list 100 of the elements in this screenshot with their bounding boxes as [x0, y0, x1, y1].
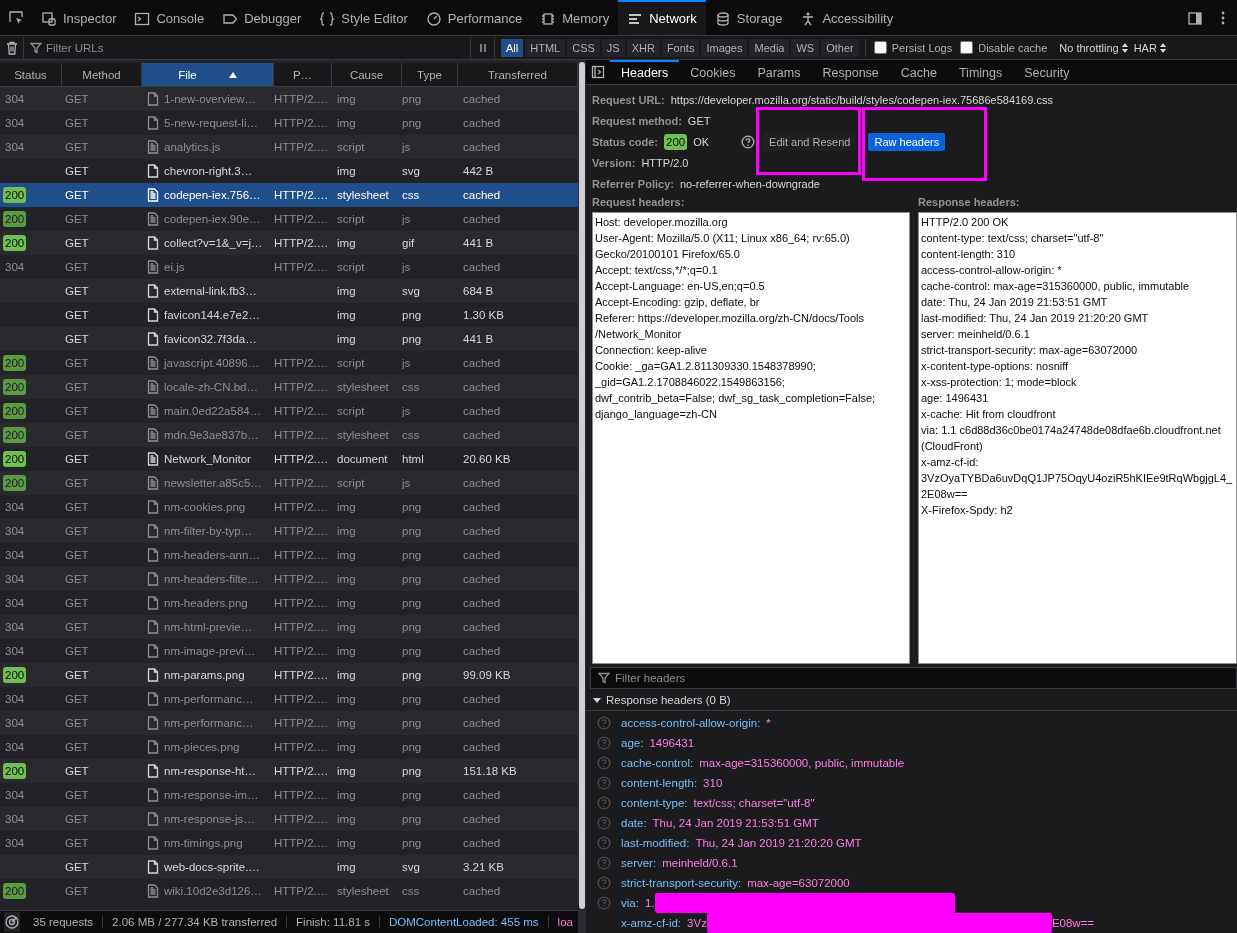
file-name: nm-performanc… — [164, 717, 254, 729]
details-tab[interactable]: Timings — [947, 60, 1014, 84]
request-row[interactable]: 304 GET 1-new-overview… HTTP/2.… img png cached — [0, 87, 578, 111]
request-row[interactable]: 200 GET nm-response-ht… HTTP/2.… img png 151.18 KB — [0, 759, 578, 783]
column-header[interactable]: P… — [274, 63, 332, 86]
type-filter-button[interactable]: All — [501, 38, 524, 57]
type-filter-button[interactable]: Other — [821, 38, 859, 57]
method-text: GET — [65, 885, 89, 897]
protocol-text: HTTP/2.… — [274, 237, 329, 249]
devtools-tab[interactable]: Style Editor — [310, 0, 417, 35]
type-filter-button[interactable]: Images — [701, 38, 748, 57]
devtools-tab[interactable]: Console — [125, 0, 214, 35]
type-filter-button[interactable]: HTML — [525, 38, 566, 57]
file-icon — [146, 332, 160, 346]
method-text: GET — [65, 717, 89, 729]
request-row[interactable]: GET favicon32.7f3da… img png 441 B — [0, 327, 578, 351]
request-row[interactable]: 200 GET locale-zh-CN.bd… HTTP/2.… stylesheet css cached — [0, 375, 578, 399]
column-header[interactable]: Cause — [332, 63, 402, 86]
column-header[interactable]: Type — [402, 63, 458, 86]
request-row[interactable]: 200 GET nm-params.png HTTP/2.… img png 99.09 KB — [0, 663, 578, 687]
request-row[interactable]: 304 GET nm-html-previe… HTTP/2.… img png cached — [0, 615, 578, 639]
raw-headers-box[interactable]: Host: developer.mozilla.org User-Agent: Mozilla/5.0 (X11; Linux x86_64; rv:65.0) Gecko/20100101 Firefox/65.0 Accept: text/css,*/*;q=0.1 Accept-Language: en-US,en;q=0.5 Accept-Encoding: gzip, deflate, br Referer: https://developer.mozilla.org/zh-CN/docs/Tools /Network_Monitor Connection: keep-alive Cookie: _ga=GA1.2.811309330.1548378990; _gid=GA1.2.1708846022.1549863156; dwf_contrib_beta=False; dwf_sg_task_completion=False; django_language=zh-CN — [592, 212, 910, 664]
request-row[interactable]: GET web-docs-sprite.… img svg 3.21 KB — [0, 855, 578, 879]
help-button[interactable] — [741, 134, 756, 149]
details-tab[interactable]: Response — [811, 60, 890, 84]
request-row[interactable]: 200 GET mdn.9e3ae837b… HTTP/2.… stylesheet css cached — [0, 423, 578, 447]
header-value: 3Vz — [687, 917, 707, 929]
checkbox[interactable] — [960, 41, 974, 54]
throttling-select[interactable]: No throttling — [1059, 37, 1128, 58]
status-text: 35 requests — [32, 916, 95, 928]
section-header[interactable]: Response headers (0 B) — [586, 689, 1237, 711]
cause-text: img — [337, 165, 356, 177]
file-name: wiki.10d2e3d126… — [164, 885, 262, 897]
details-tab[interactable]: Cookies — [679, 60, 747, 84]
details-tab[interactable]: Headers — [610, 60, 680, 84]
protocol-text: HTTP/2.… — [274, 717, 329, 729]
request-row[interactable]: 200 GET collect?v=1&_v=j… HTTP/2.… img gif 441 B — [0, 231, 578, 255]
raw-headers-box[interactable]: HTTP/2.0 200 OK content-type: text/css; charset="utf-8" content-length: 310 access-control-allow-origin: * cache-control: max-age=315360000, public, immutable date: Thu, 24 Jan 2019 21:53:51 GMT last-modified: Thu, 24 Jan 2019 21:20:20 GMT server: meinheld/0.6.1 strict-transport-security: max-age=63072000 x-content-type-options: nosniff x-xss-protection: 1; mode=block age: 1496431 x-cache: Hit from cloudfront via: 1.1 c6d88d36c0be0174a24748de08dfae6b.cloudfront.net (CloudFront) x-amz-cf-id: 3VzOyaTYBDa6uvDqQ1JP75OqyU4oziR5hKIEe9tRqWbgjgL4_ 2E08w== X-Firefox-Spdy: h2 — [918, 212, 1237, 664]
protocol-text: HTTP/2.… — [274, 621, 329, 633]
filter-headers-field[interactable]: Filter headers — [590, 667, 1237, 689]
column-header[interactable]: File — [142, 63, 274, 86]
filter-urls-input[interactable]: Filter URLs — [46, 41, 470, 54]
request-row[interactable]: 304 GET nm-filter-by-typ… HTTP/2.… img png cached — [0, 519, 578, 543]
devtools-tab[interactable]: Performance — [416, 0, 532, 35]
toggle-button[interactable]: Raw headers — [868, 132, 946, 151]
database-icon — [714, 10, 731, 27]
cause-text: img — [337, 789, 356, 801]
devtools-tab[interactable]: Debugger — [213, 0, 311, 35]
type-filter-button[interactable]: Fonts — [661, 38, 700, 57]
scrollbar[interactable] — [578, 60, 586, 933]
details-tab[interactable]: Security — [1013, 60, 1081, 84]
request-row[interactable]: 304 GET nm-response-js… HTTP/2.… img png cached — [0, 807, 578, 831]
file-name: web-docs-sprite.… — [164, 861, 260, 873]
type-text: png — [402, 573, 422, 585]
type-text: js — [402, 405, 411, 417]
type-filter-button[interactable]: CSS — [567, 38, 600, 57]
header-name: content-type: — [621, 797, 688, 809]
devtools-tab[interactable]: Accessibility — [791, 0, 903, 35]
header-value: meinheld/0.6.1 — [662, 857, 738, 869]
header-value: max-age=315360000, public, immutable — [699, 757, 905, 769]
cause-text: stylesheet — [337, 189, 389, 201]
status-badge: 200 — [3, 211, 27, 227]
file-name: favicon32.7f3da… — [164, 333, 257, 345]
caret-icon — [1159, 42, 1166, 53]
performance-analysis-button[interactable] — [4, 912, 20, 932]
file-name: 1-new-overview… — [164, 93, 257, 105]
request-row[interactable]: 200 GET newsletter.a85c5… HTTP/2.… script js cached — [0, 471, 578, 495]
details-tab[interactable]: Params — [746, 60, 812, 84]
devtools-tab[interactable]: Memory — [531, 0, 619, 35]
type-filter-button[interactable]: JS — [601, 38, 625, 57]
type-text: png — [402, 789, 422, 801]
devtools-tab[interactable]: Network — [618, 0, 706, 35]
request-row[interactable]: GET external-link.fb3… img svg 684 B — [0, 279, 578, 303]
type-filter-button[interactable]: XHR — [626, 38, 660, 57]
toggle-button[interactable]: Edit and Resend — [763, 132, 857, 151]
checkbox[interactable] — [873, 41, 887, 54]
cause-text: stylesheet — [337, 429, 389, 441]
request-row[interactable]: 304 GET analytics.js HTTP/2.… script js cached — [0, 135, 578, 159]
devtools-tab[interactable]: Storage — [705, 0, 792, 35]
type-filter-button[interactable]: Media — [749, 38, 790, 57]
har-menu[interactable]: HAR — [1133, 37, 1166, 58]
devtools-tab[interactable]: Inspector — [32, 0, 126, 35]
status-code: 304 — [4, 261, 25, 273]
transferred-text: 20.60 KB — [463, 453, 511, 465]
chip-icon — [540, 10, 557, 27]
header-value: Thu, 24 Jan 2019 21:20:20 GMT — [695, 837, 862, 849]
column-header[interactable]: Status — [0, 63, 62, 86]
transferred-text: cached — [463, 885, 501, 897]
method-text: GET — [65, 405, 89, 417]
transferred-text: cached — [463, 573, 501, 585]
file-name: nm-headers-filte… — [164, 573, 259, 585]
scrollbar-thumb[interactable] — [579, 62, 585, 909]
details-tab[interactable]: Cache — [889, 60, 948, 84]
request-row[interactable]: 304 GET nm-headers-filte… HTTP/2.… img png cached — [0, 567, 578, 591]
type-text: png — [402, 621, 422, 633]
file-icon — [146, 548, 160, 562]
protocol-text: HTTP/2.… — [274, 477, 329, 489]
type-filter-button[interactable]: WS — [791, 38, 820, 57]
request-row[interactable]: 200 GET codepen-iex.756… HTTP/2.… stylesheet css cached — [0, 183, 578, 207]
request-row[interactable]: 304 GET nm-performanc… HTTP/2.… img png cached — [0, 711, 578, 735]
